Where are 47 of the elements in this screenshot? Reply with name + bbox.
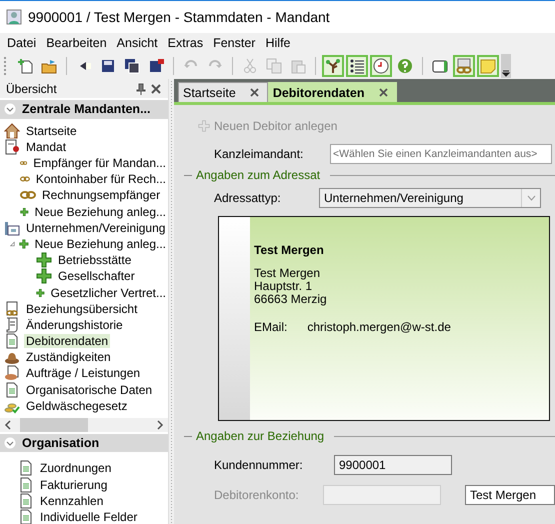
client-combo[interactable]: <Wählen Sie einen Kanzleimandanten aus>	[330, 144, 552, 164]
tree-item[interactable]: Fakturierung	[38, 478, 110, 492]
tree-item[interactable]: Rechnungsempfänger	[40, 188, 162, 202]
panel-title: Übersicht	[6, 82, 58, 96]
tree-item[interactable]: Aufträge / Leistungen	[24, 366, 142, 380]
tree-item[interactable]: Zuordnungen	[38, 461, 114, 476]
group-title: Angaben zum Adressat	[196, 168, 320, 182]
address-type-combo[interactable]: Unternehmen/Vereinigung	[319, 188, 541, 208]
field-label: Debitorenkonto:	[213, 488, 300, 502]
tree-item[interactable]: Änderungshistorie	[24, 318, 125, 332]
tree-item[interactable]: Individuelle Felder	[38, 510, 140, 524]
tree-item[interactable]: Startseite	[24, 124, 79, 138]
tab[interactable]: Debitorendaten	[268, 82, 396, 102]
tree-item[interactable]: Zuständigkeiten	[24, 350, 113, 364]
tree-item[interactable]: Kennzahlen	[38, 494, 106, 508]
tree-item[interactable]: Gesetzlicher Vertret...	[48, 286, 168, 300]
address-line: 66663 Merzig	[254, 293, 328, 306]
tree-item[interactable]: Geldwäschegesetz	[24, 398, 130, 413]
address-line: Hauptstr. 1	[254, 280, 312, 293]
card-title: Test Mergen	[254, 243, 325, 257]
tab[interactable]: Startseite	[178, 82, 268, 102]
tree-item[interactable]: Unternehmen/Vereinigung	[24, 220, 168, 235]
tree-item[interactable]: Organisatorische Daten	[24, 382, 154, 397]
email-address: christoph.mergen@w-st.de	[307, 320, 451, 334]
group-title: Angaben zur Beziehung	[196, 429, 324, 443]
tree-item[interactable]: Mandat	[24, 140, 68, 154]
tree-item[interactable]: Kontoinhaber für Rech...	[34, 172, 168, 186]
field-label: Adressattyp:	[213, 191, 282, 205]
address-line: Test Mergen	[254, 267, 322, 280]
tree-item[interactable]: Neue Beziehung anleg...	[32, 236, 168, 251]
tree-item[interactable]: Beziehungsübersicht	[24, 302, 140, 316]
email-label: EMail:	[254, 320, 288, 334]
menu-item[interactable]: Fenster	[208, 36, 260, 50]
menu-item[interactable]: Extras	[162, 36, 208, 50]
menu-item[interactable]: Ansicht	[112, 36, 163, 50]
field-label: Kanzleimandant:	[213, 147, 304, 161]
menu-item[interactable]: Datei	[2, 36, 42, 50]
tree-item[interactable]: Empfänger für Mandan...	[31, 156, 168, 170]
tree-item[interactable]: Betriebsstätte	[56, 253, 134, 268]
tree-item[interactable]: Gesellschafter	[56, 269, 137, 284]
menu-item[interactable]: Hilfe	[260, 36, 296, 50]
menu-item[interactable]: Bearbeiten	[41, 36, 112, 50]
tree-item[interactable]: Debitorendaten	[24, 334, 110, 348]
field-label: Kundennummer:	[213, 458, 304, 472]
tree-item[interactable]: Neue Beziehung anleg...	[32, 204, 168, 219]
customer-number-field[interactable]: 9900001	[334, 455, 452, 475]
window-title: 9900001 / Test Mergen - Stammdaten - Mandant	[28, 9, 330, 25]
